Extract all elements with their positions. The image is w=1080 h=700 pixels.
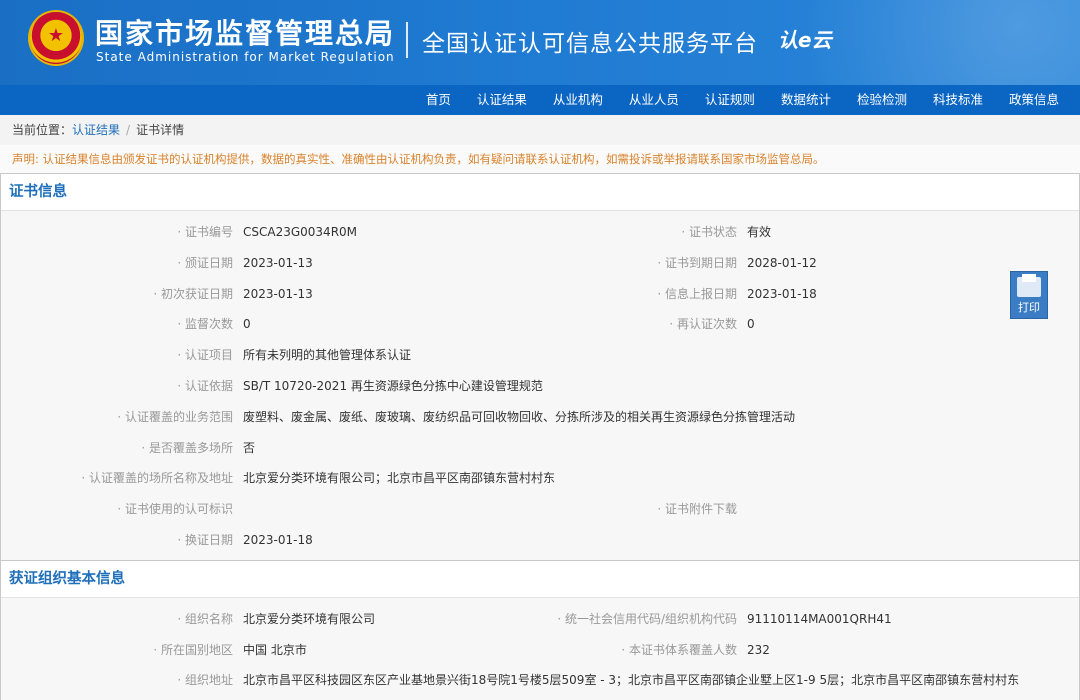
field-value: 所有未列明的其他管理体系认证 xyxy=(243,348,412,363)
field-value: 91110114MA001QRH41 xyxy=(747,611,892,626)
cert-section-title: 证书信息 xyxy=(1,173,1079,211)
content-box: 证书信息 打印 · 证书编号 CSCA23G0034R0M · 证书状态 有效 … xyxy=(0,173,1080,700)
table-row: · 证书使用的认可标识 · 证书附件下载 xyxy=(1,494,1079,525)
org-info-grid: · 组织名称 北京爱分类环境有限公司 · 统一社会信用代码/组织机构代码 911… xyxy=(1,597,1079,700)
nav-personnel[interactable]: 从业人员 xyxy=(616,85,692,115)
breadcrumb: 当前位置：认证结果 / 证书详情 xyxy=(0,115,1080,145)
table-row: · 监督次数 0 · 再认证次数 0 xyxy=(1,309,1079,340)
org-name-cn: 国家市场监督管理总局 xyxy=(95,17,396,50)
table-row: · 证书编号 CSCA23G0034R0M · 证书状态 有效 xyxy=(1,217,1079,248)
org-name-en: State Administration for Market Regulati… xyxy=(96,50,395,64)
platform-logo: 认e云 xyxy=(778,28,832,52)
main-nav: 首页 认证结果 从业机构 从业人员 认证规则 数据统计 检验检测 科技标准 政策… xyxy=(0,85,1080,115)
field-label: · 初次获证日期 xyxy=(153,286,233,301)
field-value: 0 xyxy=(243,317,251,332)
field-label: · 认证覆盖的业务范围 xyxy=(117,409,233,424)
field-value: 2023-01-13 xyxy=(243,255,313,270)
field-value: CSCA23G0034R0M xyxy=(243,225,358,239)
field-label: · 颁证日期 xyxy=(177,255,233,270)
field-label: · 证书状态 xyxy=(681,225,737,239)
national-emblem-icon xyxy=(30,12,82,64)
nav-policy[interactable]: 政策信息 xyxy=(996,85,1072,115)
field-label: · 所在国别地区 xyxy=(153,642,233,657)
field-value: 232 xyxy=(747,642,770,657)
table-row: · 换证日期 2023-01-18 xyxy=(1,525,1079,556)
nav-home[interactable]: 首页 xyxy=(413,85,464,115)
field-label: · 认证项目 xyxy=(177,348,233,363)
platform-title: 全国认证认可信息公共服务平台 xyxy=(422,31,758,57)
disclaimer-notice: 声明: 认证结果信息由颁发证书的认证机构提供，数据的真实性、准确性由认证机构负责… xyxy=(0,145,1080,173)
field-value: 否 xyxy=(243,440,256,455)
field-label: · 监督次数 xyxy=(177,317,233,332)
header-banner: 国家市场监督管理总局 State Administration for Mark… xyxy=(0,0,1080,85)
table-row: · 是否覆盖多场所 否 xyxy=(1,433,1079,464)
table-row: · 所在国别地区 中国 北京市 · 本证书体系覆盖人数 232 xyxy=(1,635,1079,666)
field-label: · 是否覆盖多场所 xyxy=(141,440,233,455)
breadcrumb-prefix: 当前位置： xyxy=(12,123,73,137)
field-label: · 组织名称 xyxy=(177,611,233,626)
table-row: · 认证项目 所有未列明的其他管理体系认证 xyxy=(1,340,1079,371)
field-label: · 换证日期 xyxy=(177,532,233,547)
header-divider xyxy=(406,22,408,58)
field-label: · 本证书体系覆盖人数 xyxy=(621,642,737,657)
breadcrumb-cert-results[interactable]: 认证结果 xyxy=(72,123,120,137)
field-value: 中国 北京市 xyxy=(243,642,307,657)
field-label: · 证书到期日期 xyxy=(657,255,737,270)
nav-standards[interactable]: 科技标准 xyxy=(920,85,996,115)
table-row: · 组织地址 北京市昌平区科技园区东区产业基地景兴街18号院1号楼5层509室 … xyxy=(1,665,1079,696)
field-value: 北京市昌平区科技园区东区产业基地景兴街18号院1号楼5层509室 - 3；北京市… xyxy=(243,673,1020,688)
field-label: · 再认证次数 xyxy=(669,317,737,332)
table-row: · 认证依据 SB/T 10720-2021 再生资源绿色分拣中心建设管理规范 xyxy=(1,371,1079,402)
nav-institutions[interactable]: 从业机构 xyxy=(540,85,616,115)
table-row: · 初次获证日期 2023-01-13 · 信息上报日期 2023-01-18 xyxy=(1,279,1079,310)
field-value: 0 xyxy=(747,317,755,332)
nav-rules[interactable]: 认证规则 xyxy=(692,85,768,115)
nav-cert-results[interactable]: 认证结果 xyxy=(464,85,540,115)
field-label: · 证书使用的认可标识 xyxy=(117,502,233,517)
field-label: · 统一社会信用代码/组织机构代码 xyxy=(557,611,737,626)
field-value: 北京爱分类环境有限公司；北京市昌平区南邵镇东营村村东 xyxy=(243,471,556,486)
field-value: SB/T 10720-2021 再生资源绿色分拣中心建设管理规范 xyxy=(243,378,543,393)
field-value: 2023-01-18 xyxy=(243,532,313,547)
nav-statistics[interactable]: 数据统计 xyxy=(768,85,844,115)
field-value: 有效 xyxy=(747,225,772,239)
breadcrumb-current: 证书详情 xyxy=(136,123,185,137)
field-value: 2023-01-18 xyxy=(747,286,817,301)
cert-info-grid: 打印 · 证书编号 CSCA23G0034R0M · 证书状态 有效 · 颁证日… xyxy=(1,211,1079,560)
nav-testing[interactable]: 检验检测 xyxy=(844,85,920,115)
table-row: · 认证覆盖的场所名称及地址 北京爱分类环境有限公司；北京市昌平区南邵镇东营村村… xyxy=(1,463,1079,494)
field-label: · 证书编号 xyxy=(177,225,233,239)
table-row: · 组织名称 北京爱分类环境有限公司 · 统一社会信用代码/组织机构代码 911… xyxy=(1,604,1079,635)
breadcrumb-separator: / xyxy=(126,123,131,137)
field-label: · 认证覆盖的场所名称及地址 xyxy=(81,471,233,486)
field-label: · 信息上报日期 xyxy=(657,286,737,301)
table-row: · 认证覆盖的业务范围 废塑料、废金属、废纸、废玻璃、废纺织品可回收物回收、分拣… xyxy=(1,402,1079,433)
org-section-title: 获证组织基本信息 xyxy=(1,559,1079,598)
field-label: · 组织地址 xyxy=(177,673,233,688)
attachment-download-label[interactable]: · 证书附件下载 xyxy=(657,494,737,525)
field-value: 2028-01-12 xyxy=(747,255,817,270)
field-label: · 认证依据 xyxy=(177,378,233,393)
field-value: 北京爱分类环境有限公司 xyxy=(243,611,376,626)
field-value: 废塑料、废金属、废纸、废玻璃、废纺织品可回收物回收、分拣所涉及的相关再生资源绿色… xyxy=(243,409,796,424)
table-row: · 颁证日期 2023-01-13 · 证书到期日期 2028-01-12 xyxy=(1,248,1079,279)
field-value: 2023-01-13 xyxy=(243,286,313,301)
